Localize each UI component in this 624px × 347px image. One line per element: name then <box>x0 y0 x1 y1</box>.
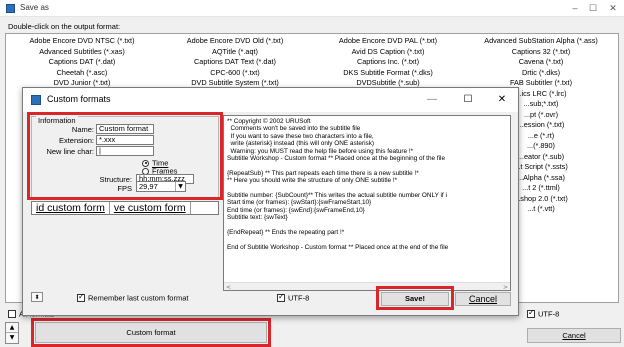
window-titlebar: Save as – ☐ ✕ <box>0 0 624 17</box>
format-item[interactable]: Avid DS Caption (*.txt) <box>312 46 464 57</box>
utf8-checkbox[interactable]: UTF-8 <box>527 308 560 319</box>
format-row: Adobe Encore DVD NTSC (*.txt) Adobe Encor… <box>6 35 618 46</box>
format-item[interactable]: Adobe Encore DVD PAL (*.txt) <box>312 35 464 46</box>
dialog-cancel-label: Cancel <box>468 294 497 304</box>
dialog-close-button[interactable]: ✕ <box>495 93 509 107</box>
save-as-window: Save as – ☐ ✕ Double-click on the output… <box>0 0 624 347</box>
spin-icon[interactable]: ⬍ <box>31 292 43 302</box>
format-item[interactable]: Cheetah (*.asc) <box>6 67 158 78</box>
information-group: Information Name: Custom format Extensio… <box>31 116 219 200</box>
format-row: Cheetah (*.asc) CPC-600 (*.txt) DKS Subtit… <box>6 67 618 78</box>
format-item[interactable]: Advanced SubStation Alpha (*.ass) <box>465 35 617 46</box>
utf8-label: UTF-8 <box>538 309 560 319</box>
format-item[interactable]: Advanced Subtitles (*.xas) <box>6 46 158 57</box>
app-icon <box>6 4 15 13</box>
fps-value: 29,97 <box>139 182 158 191</box>
template-text[interactable]: ** Copyright © 2002 URUSoft Comments won… <box>227 118 509 251</box>
format-item[interactable]: CPC-600 (*.txt) <box>159 67 311 78</box>
spin-control[interactable]: ▲ ▼ <box>5 322 19 344</box>
format-item[interactable]: Captions DAT (*.dat) <box>6 56 158 67</box>
scroll-right-icon[interactable]: > <box>503 283 508 290</box>
preview-item: ve custom form <box>110 202 191 214</box>
dialog-maximize-button[interactable]: ☐ <box>461 93 475 107</box>
format-item[interactable]: Drtic (*.dks) <box>465 67 617 78</box>
checkbox-box[interactable] <box>527 308 535 319</box>
dialog-cancel-button[interactable]: Cancel <box>455 292 511 306</box>
newline-label: New line char: <box>46 147 94 156</box>
save-button[interactable]: Save! <box>381 292 449 306</box>
format-item[interactable]: Captions 32 (*.txt) <box>465 46 617 57</box>
dialog-minimize-button[interactable]: — <box>425 93 439 107</box>
checkbox-box[interactable] <box>277 292 285 303</box>
preview-strip[interactable]: id custom form ve custom form <box>31 201 219 215</box>
cancel-label: Cancel <box>562 331 586 340</box>
dialog-utf8-checkbox[interactable]: UTF-8 <box>277 292 310 303</box>
app-icon <box>31 95 41 105</box>
name-input[interactable]: Custom format <box>96 124 154 134</box>
extension-input[interactable]: *.xxx <box>96 135 154 145</box>
structure-label: Structure: <box>99 175 132 184</box>
fps-label: FPS <box>117 184 132 193</box>
template-editor[interactable]: ** Copyright © 2002 URUSoft Comments won… <box>223 115 511 291</box>
dialog-utf8-label: UTF-8 <box>288 293 310 303</box>
custom-formats-dialog: Custom formats — ☐ ✕ Information Name: C… <box>22 87 519 316</box>
minimize-button[interactable]: – <box>568 2 582 14</box>
checkbox-box[interactable] <box>8 310 16 319</box>
newline-input[interactable]: | <box>96 146 154 156</box>
format-item[interactable]: Captions DAT Text (*.dat) <box>159 56 311 67</box>
fps-select[interactable]: 29,97 ▼ <box>136 181 186 192</box>
format-item[interactable]: Cavena (*.txt) <box>465 56 617 67</box>
remember-last-label: Remember last custom format <box>88 293 189 303</box>
spin-up-icon[interactable]: ▲ <box>6 323 18 333</box>
close-button[interactable]: ✕ <box>606 2 620 14</box>
format-row: Advanced Subtitles (*.xas) AQTitle (*.aqt… <box>6 46 618 57</box>
format-item[interactable]: Adobe Encore DVD NTSC (*.txt) <box>6 35 158 46</box>
format-item[interactable]: Adobe Encore DVD Old (*.txt) <box>159 35 311 46</box>
maximize-button[interactable]: ☐ <box>586 2 600 14</box>
format-instruction: Double-click on the output format: <box>8 22 121 31</box>
format-row: Captions DAT (*.dat) Captions DAT Text (*… <box>6 56 618 67</box>
scroll-left-icon[interactable]: < <box>226 283 231 290</box>
preview-item: id custom form <box>32 202 110 214</box>
extension-label: Extension: <box>58 136 94 145</box>
name-label: Name: <box>71 125 94 134</box>
chevron-down-icon[interactable]: ▼ <box>175 182 185 191</box>
window-title: Save as <box>20 3 49 12</box>
information-legend: Information <box>36 116 78 125</box>
checkbox-box[interactable] <box>77 292 85 303</box>
horizontal-scrollbar[interactable]: < > <box>224 282 510 290</box>
format-item[interactable]: Captions Inc. (*.txt) <box>312 56 464 67</box>
dialog-title: Custom formats <box>47 94 111 104</box>
custom-format-button[interactable]: Custom format <box>35 322 267 343</box>
format-item[interactable]: AQTitle (*.aqt) <box>159 46 311 57</box>
cancel-button[interactable]: Cancel <box>527 328 621 343</box>
spin-down-icon[interactable]: ▼ <box>6 333 18 343</box>
remember-last-checkbox[interactable]: Remember last custom format <box>77 292 189 303</box>
format-item[interactable]: DKS Subtitle Format (*.dks) <box>312 67 464 78</box>
dialog-titlebar: Custom formats — ☐ ✕ <box>23 88 518 112</box>
